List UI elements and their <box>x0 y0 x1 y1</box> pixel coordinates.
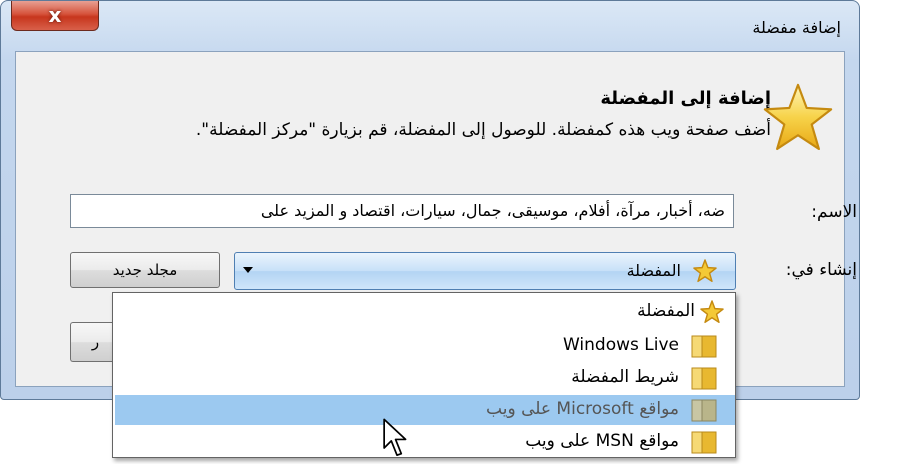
create-in-combobox[interactable]: المفضلة <box>234 252 736 290</box>
create-in-label: إنشاء في: <box>785 260 857 280</box>
dropdown-arrow-icon[interactable] <box>243 267 253 273</box>
list-item-label: Windows Live <box>562 335 679 355</box>
close-icon: x <box>48 3 62 27</box>
folder-dropdown-list: المفضلة Windows Live شريط المفضلة مواقع … <box>112 292 736 458</box>
list-item-label: شريط المفضلة <box>571 367 679 387</box>
folder-icon <box>691 431 717 454</box>
dialog-heading: إضافة إلى المفضلة <box>600 88 771 109</box>
star-icon <box>693 259 717 283</box>
dialog-description: أضف صفحة ويب هذه كمفضلة. للوصول إلى المف… <box>195 120 771 140</box>
list-item-label: مواقع MSN على ويب <box>525 431 679 451</box>
new-folder-button[interactable]: مجلد جديد <box>70 252 220 288</box>
mouse-pointer-icon <box>383 418 407 456</box>
favorites-star-icon <box>763 83 833 151</box>
folder-icon <box>691 335 717 358</box>
list-item-msn-sites[interactable]: مواقع MSN على ويب <box>115 427 735 457</box>
create-in-value: المفضلة <box>626 261 681 280</box>
list-item-favorites[interactable]: المفضلة <box>115 297 735 327</box>
folder-icon <box>691 399 717 422</box>
close-button[interactable]: x <box>11 1 99 31</box>
folder-icon <box>691 367 717 390</box>
list-item-label: مواقع Microsoft على ويب <box>486 399 679 419</box>
name-label: الاسم: <box>811 202 857 222</box>
list-item-windows-live[interactable]: Windows Live <box>115 331 735 361</box>
list-item-label: المفضلة <box>637 301 695 321</box>
list-item-favorites-bar[interactable]: شريط المفضلة <box>115 363 735 393</box>
star-icon <box>700 300 724 324</box>
window-title: إضافة مفضلة <box>752 18 841 37</box>
name-input[interactable]: ضه، أخبار، مرآة، أفلام، موسيقى، جمال، سي… <box>70 194 734 228</box>
list-item-microsoft-sites[interactable]: مواقع Microsoft على ويب <box>115 395 735 425</box>
